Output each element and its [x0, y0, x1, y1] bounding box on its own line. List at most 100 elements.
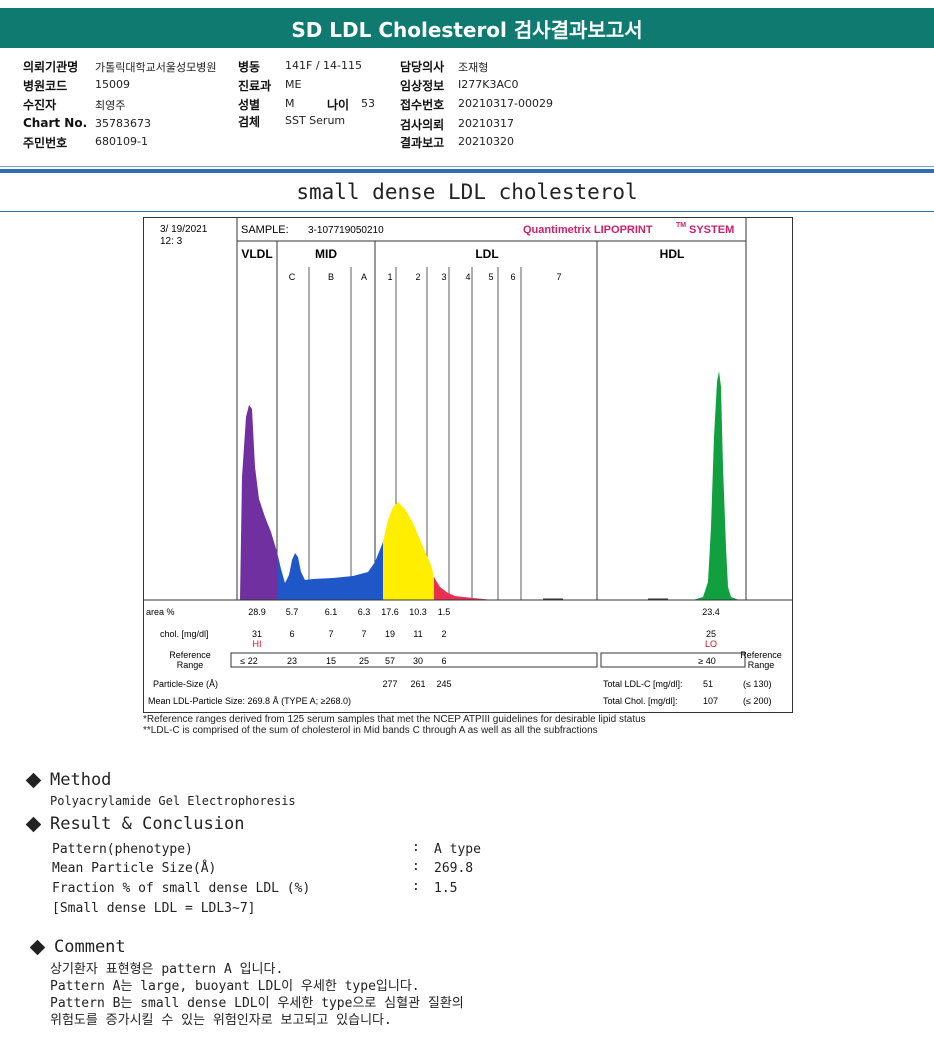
band-chol-C: 6	[289, 629, 294, 639]
lipoprint-svg: 3/ 19/2021 12: 3 SAMPLE: 3-107719050210 …	[143, 217, 793, 713]
sample-value: 3-107719050210	[308, 225, 384, 236]
total-ldl-value: 51	[703, 679, 713, 689]
band-label-1: 1	[387, 272, 392, 282]
band-label-6: 6	[510, 272, 515, 282]
band-label-3: 3	[441, 272, 446, 282]
brand-sup: TM	[676, 222, 686, 229]
band-ref-2: 30	[413, 656, 423, 666]
result-key-3: Fraction % of small dense LDL (%)	[52, 881, 311, 896]
sex-label: 성별	[238, 98, 261, 112]
total-chol-value: 107	[703, 696, 718, 706]
result-value-3: 1.5	[434, 881, 458, 896]
name-value: 최영주	[95, 99, 126, 112]
result-colon: :	[412, 859, 420, 874]
band-chol-2: 11	[413, 629, 422, 639]
ref-side-2: Range	[748, 660, 775, 670]
band-area-2: 10.3	[409, 607, 427, 617]
specimen-label: 검체	[238, 115, 261, 129]
result-colon: :	[412, 840, 420, 855]
band-area-B: 6.1	[325, 607, 338, 617]
name-label: 수진자	[23, 98, 57, 112]
band-chol-3: 2	[441, 629, 446, 639]
vldl-flag: HI	[253, 639, 262, 649]
band-ref-A: 25	[359, 656, 369, 666]
comment-heading: Comment	[54, 937, 126, 957]
band-chol-B: 7	[328, 629, 333, 639]
age-value: 53	[361, 97, 375, 110]
report-date-value: 20210320	[458, 135, 514, 148]
age-label: 나이	[327, 98, 350, 112]
chart-no-value: 35783673	[95, 117, 151, 130]
section-title: small dense LDL cholesterol	[296, 180, 638, 204]
lipoprint-chart: 3/ 19/2021 12: 3 SAMPLE: 3-107719050210 …	[143, 217, 793, 717]
group-mid: MID	[315, 247, 337, 261]
hdl-chol: 25	[706, 629, 716, 639]
band-label-C: C	[289, 272, 296, 282]
receipt-value: 20210317-00029	[458, 97, 553, 110]
sex-value: M	[285, 97, 295, 110]
row-label-particle: Particle-Size (Å)	[153, 679, 218, 689]
result-value-1: A type	[434, 842, 481, 857]
diamond-bullet-icon	[25, 772, 42, 789]
total-ldl-label: Total LDL-C [mg/dl]:	[603, 679, 683, 689]
vldl-ref: ≤ 22	[240, 656, 257, 666]
row-label-chol: chol. [mg/dl]	[160, 629, 209, 639]
total-ldl-ref: (≤ 130)	[743, 679, 771, 689]
band-area-C: 5.7	[286, 607, 299, 617]
diamond-bullet-icon	[25, 816, 42, 833]
patient-info: 의뢰기관명 가톨릭대학교서울성모병원 병동 141F / 14-115 담당의사…	[0, 54, 934, 164]
brand-main: Quantimetrix LIPOPRINT	[523, 224, 653, 236]
band-area-1: 17.6	[381, 607, 399, 617]
footnote-2: **LDL-C is comprised of the sum of chole…	[143, 725, 598, 736]
vldl-chol: 31	[252, 629, 262, 639]
ward-label: 병동	[238, 60, 261, 74]
particle-size-1: 277	[382, 679, 397, 689]
method-text: Polyacrylamide Gel Electrophoresis	[50, 794, 296, 808]
row-label-ref-2: Range	[177, 660, 204, 670]
divider	[0, 166, 934, 167]
institution-label: 의뢰기관명	[23, 60, 79, 74]
band-label-B: B	[328, 272, 334, 282]
row-label-area: area %	[146, 607, 175, 617]
doctor-label: 담당의사	[400, 60, 445, 74]
hdl-flag: LO	[705, 639, 717, 649]
particle-size-2: 261	[410, 679, 425, 689]
brand-tail: SYSTEM	[689, 224, 734, 236]
row-label-ref-1: Reference	[169, 650, 211, 660]
hdl-area: 23.4	[702, 607, 720, 617]
hospital-code-label: 병원코드	[23, 79, 68, 93]
hospital-code-value: 15009	[95, 78, 130, 91]
band-area-3: 1.5	[438, 607, 451, 617]
receipt-label: 접수번호	[400, 98, 445, 112]
row-label-mean: Mean LDL-Particle Size: 269.8 Å (TYPE A;…	[148, 696, 351, 706]
band-ref-1: 57	[385, 656, 395, 666]
result-heading: Result & Conclusion	[50, 814, 245, 834]
band-ref-B: 15	[326, 656, 336, 666]
ward-value: 141F / 14-115	[285, 59, 362, 72]
result-key-2: Mean Particle Size(Å)	[52, 861, 217, 876]
band-ref-C: 23	[287, 656, 297, 666]
method-heading: Method	[50, 770, 112, 790]
band-label-5: 5	[488, 272, 493, 282]
vldl-area: 28.9	[248, 607, 266, 617]
dept-value: ME	[285, 78, 302, 91]
result-note: [Small dense LDL = LDL3~7]	[52, 901, 256, 916]
section-underline	[0, 211, 934, 212]
total-chol-label: Total Chol. [mg/dl]:	[603, 696, 678, 706]
band-chol-1: 19	[385, 629, 395, 639]
result-key-1: Pattern(phenotype)	[52, 842, 193, 857]
band-ref-3: 6	[441, 656, 446, 666]
band-chol-A: 7	[361, 629, 366, 639]
id-value: 680109-1	[95, 135, 148, 148]
chart-date: 3/ 19/2021	[160, 224, 208, 235]
band-label-7: 7	[556, 272, 561, 282]
divider-thick	[0, 169, 934, 173]
result-value-2: 269.8	[434, 861, 474, 876]
chart-no-label: Chart No.	[23, 116, 88, 130]
total-chol-ref: (≤ 200)	[743, 696, 771, 706]
band-label-A: A	[361, 272, 367, 282]
clinical-value: I277K3AC0	[458, 78, 519, 91]
specimen-value: SST Serum	[285, 114, 346, 127]
footnote-1: *Reference ranges derived from 125 serum…	[143, 714, 646, 725]
request-label: 검사의뢰	[400, 118, 445, 132]
